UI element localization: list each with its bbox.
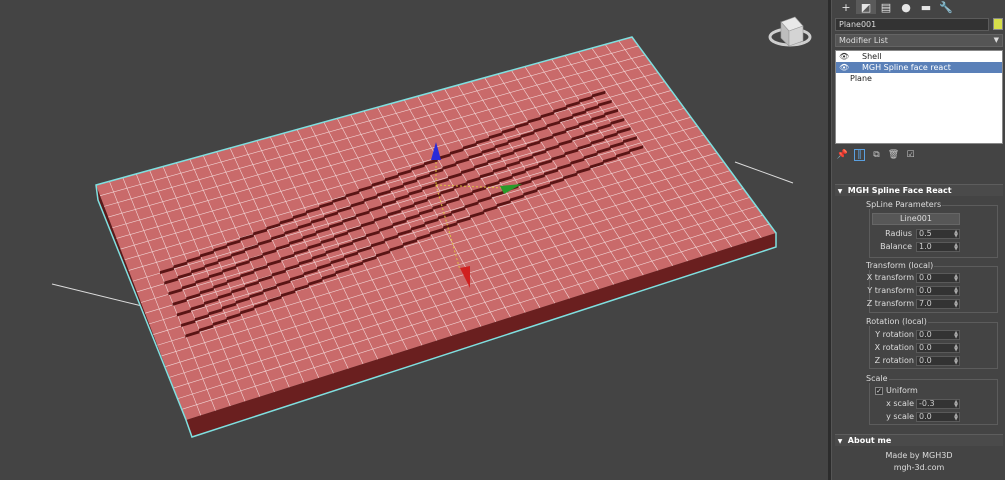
- spinner-arrows-icon[interactable]: ▲ ▼: [954, 357, 958, 366]
- spline-line-right: [734, 161, 794, 184]
- group-title-scale: Scale: [865, 374, 889, 383]
- z-transform-label: Z transform: [866, 299, 914, 308]
- command-panel: + ◩ ▤ ● ▬ 🔧 Plane001 Modifier List ▼ 👁 S…: [831, 0, 1005, 480]
- stack-item-label: Plane: [850, 74, 872, 83]
- object-color-swatch[interactable]: [993, 18, 1003, 30]
- object-name-field[interactable]: Plane001: [835, 18, 989, 31]
- chevron-down-icon: ▼: [993, 36, 999, 44]
- x-transform-value: 0.0: [919, 273, 932, 282]
- z-transform-value: 7.0: [919, 299, 932, 308]
- modify-tab-icon[interactable]: ◩: [856, 0, 876, 14]
- balance-label: Balance: [880, 242, 912, 251]
- y-rotation-value: 0.0: [919, 330, 932, 339]
- stack-toolbar: 📌 ‖ ⧉ 🗑 ☑: [837, 148, 916, 162]
- viewport-scene[interactable]: [0, 0, 828, 480]
- x-rotation-spinner[interactable]: 0.0 ▲ ▼: [916, 343, 960, 353]
- hierarchy-tab-icon[interactable]: ▤: [876, 0, 896, 14]
- about-made-by: Made by MGH3D: [885, 451, 953, 460]
- z-rotation-value: 0.0: [919, 356, 932, 365]
- rollout-title: MGH Spline Face React: [847, 186, 952, 195]
- x-transform-spinner[interactable]: 0.0 ▲ ▼: [916, 273, 960, 283]
- radius-label: Radius: [885, 229, 912, 238]
- spinner-arrows-icon[interactable]: ▲ ▼: [954, 344, 958, 353]
- spinner-arrows-icon[interactable]: ▲ ▼: [954, 230, 958, 239]
- rollout-header-about[interactable]: ▼ About me: [835, 434, 1003, 446]
- z-rotation-spinner[interactable]: 0.0 ▲ ▼: [916, 356, 960, 366]
- group-title-rotation: Rotation (local): [865, 317, 928, 326]
- eye-icon[interactable]: 👁: [839, 62, 849, 73]
- spinner-arrows-icon[interactable]: ▲ ▼: [954, 400, 958, 409]
- radius-spinner[interactable]: 0.5 ▲ ▼: [916, 229, 960, 239]
- uniform-label: Uniform: [886, 386, 918, 395]
- stack-item-plane[interactable]: Plane: [836, 73, 1002, 84]
- balance-spinner[interactable]: 1.0 ▲ ▼: [916, 242, 960, 252]
- collapse-triangle-icon: ▼: [837, 438, 843, 445]
- show-end-result-icon[interactable]: ‖: [854, 149, 865, 161]
- z-rotation-label: Z rotation: [874, 356, 914, 365]
- rollout-header-mgh-spline-face-react[interactable]: ▼ MGH Spline Face React: [835, 184, 1003, 196]
- remove-modifier-icon[interactable]: 🗑: [888, 149, 899, 161]
- y-scale-spinner[interactable]: 0.0 ▲ ▼: [916, 412, 960, 422]
- group-title-transform: Transform (local): [865, 261, 935, 270]
- group-title-spline-parameters: SpLine Parameters: [865, 200, 943, 209]
- spline-line-left: [51, 283, 143, 307]
- spinner-arrows-icon[interactable]: ▲ ▼: [954, 287, 958, 296]
- about-site-link[interactable]: mgh-3d.com: [832, 463, 1005, 472]
- modifier-list-dropdown[interactable]: Modifier List ▼: [835, 34, 1003, 47]
- spinner-arrows-icon[interactable]: ▲ ▼: [954, 243, 958, 252]
- pin-stack-icon[interactable]: 📌: [837, 149, 848, 161]
- y-rotation-label: Y rotation: [875, 330, 914, 339]
- viewcube[interactable]: [768, 16, 812, 47]
- radius-value: 0.5: [919, 229, 932, 238]
- stack-item-label: MGH Spline face react: [862, 63, 951, 72]
- x-rotation-value: 0.0: [919, 343, 932, 352]
- utilities-tab-icon[interactable]: 🔧: [936, 0, 956, 14]
- y-transform-value: 0.0: [919, 286, 932, 295]
- z-transform-spinner[interactable]: 7.0 ▲ ▼: [916, 299, 960, 309]
- balance-value: 1.0: [919, 242, 932, 251]
- modifier-list-label: Modifier List: [839, 36, 888, 45]
- spinner-arrows-icon[interactable]: ▲ ▼: [954, 331, 958, 340]
- plane-mesh[interactable]: [95, 36, 777, 438]
- about-title: About me: [847, 436, 892, 445]
- command-panel-tabs: + ◩ ▤ ● ▬ 🔧: [832, 0, 1005, 14]
- x-scale-value: -0.3: [919, 399, 935, 408]
- perspective-viewport[interactable]: [0, 0, 828, 480]
- stack-item-mgh-spline-face-react[interactable]: 👁 MGH Spline face react: [836, 62, 1002, 73]
- make-unique-icon[interactable]: ⧉: [871, 149, 882, 161]
- x-scale-spinner[interactable]: -0.3 ▲ ▼: [916, 399, 960, 409]
- y-transform-spinner[interactable]: 0.0 ▲ ▼: [916, 286, 960, 296]
- y-scale-value: 0.0: [919, 412, 932, 421]
- x-rotation-label: X rotation: [874, 343, 914, 352]
- stack-item-label: Shell: [862, 52, 882, 61]
- pick-spline-button[interactable]: Line001: [872, 213, 960, 225]
- display-tab-icon[interactable]: ▬: [916, 0, 936, 14]
- collapse-triangle-icon: ▼: [837, 188, 843, 195]
- y-rotation-spinner[interactable]: 0.0 ▲ ▼: [916, 330, 960, 340]
- x-transform-label: X transform: [866, 273, 914, 282]
- y-scale-label: y scale: [886, 412, 914, 421]
- spinner-arrows-icon[interactable]: ▲ ▼: [954, 300, 958, 309]
- eye-icon[interactable]: 👁: [839, 51, 849, 62]
- create-tab-icon[interactable]: +: [836, 0, 856, 14]
- uniform-checkbox[interactable]: ✓: [875, 387, 883, 395]
- stack-item-shell[interactable]: 👁 Shell: [836, 51, 1002, 62]
- spinner-arrows-icon[interactable]: ▲ ▼: [954, 413, 958, 422]
- modifier-stack[interactable]: 👁 Shell 👁 MGH Spline face react Plane: [835, 50, 1003, 144]
- x-scale-label: x scale: [886, 399, 914, 408]
- spinner-arrows-icon[interactable]: ▲ ▼: [954, 274, 958, 283]
- motion-tab-icon[interactable]: ●: [896, 0, 916, 14]
- configure-sets-icon[interactable]: ☑: [905, 149, 916, 161]
- y-transform-label: Y transform: [867, 286, 914, 295]
